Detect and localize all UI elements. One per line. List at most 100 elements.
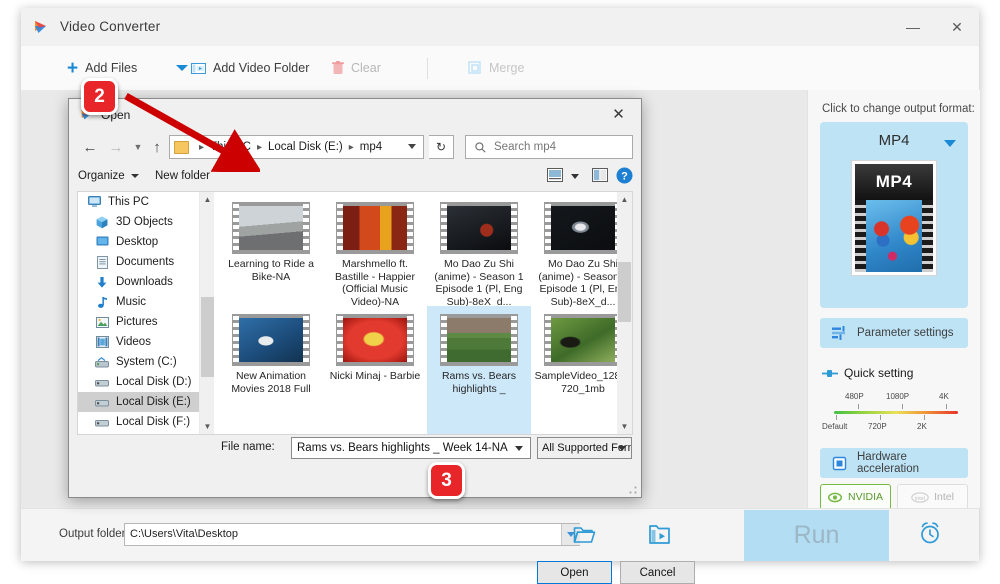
scroll-down-icon[interactable]: ▼ <box>617 419 632 434</box>
bottom-bar: Output folder: C:\Users\Vita\Desktop Run <box>21 508 979 561</box>
alarm-button[interactable] <box>901 510 959 561</box>
chevron-down-icon[interactable] <box>944 140 956 147</box>
breadcrumb[interactable]: ▸ This PC ▸ Local Disk (E:) ▸ mp4 <box>169 135 424 159</box>
output-folder-label: Output folder: <box>59 528 129 540</box>
scroll-thumb[interactable] <box>618 262 631 322</box>
nav-up-button[interactable]: ↑ <box>147 131 167 163</box>
tree-item-videos[interactable]: Videos <box>78 332 214 352</box>
tree-item-3d-objects[interactable]: 3D Objects <box>78 212 214 232</box>
open-video-folder-button[interactable] <box>649 523 670 550</box>
file-name-label: Learning to Ride a Bike-NA <box>228 258 314 283</box>
file-grid[interactable]: Learning to Ride a Bike-NA Marshmello ft… <box>215 192 632 434</box>
dialog-body: This PC 3D Objects Desktop Documents Dow… <box>77 191 633 435</box>
tree-item-label: Pictures <box>116 316 158 328</box>
output-folder-input[interactable]: C:\Users\Vita\Desktop <box>124 523 580 546</box>
tree-item-documents[interactable]: Documents <box>78 252 214 272</box>
quality-slider[interactable]: 480P 1080P 4K Default 720P 2K <box>822 390 958 438</box>
breadcrumb-separator: ▸ <box>199 141 205 153</box>
breadcrumb-item-mp4[interactable]: mp4 <box>359 141 383 153</box>
merge-label: Merge <box>489 61 525 75</box>
slider-tick <box>946 404 947 409</box>
organize-menu-button[interactable]: Organize <box>78 163 139 189</box>
dialog-navigation-row: ← → ▼ ↑ ▸ This PC ▸ Local Disk (E:) ▸ mp… <box>69 131 641 163</box>
file-item[interactable]: Marshmello ft. Bastille - Happier (Offic… <box>323 194 427 322</box>
browse-output-folder-button[interactable] <box>573 524 596 550</box>
arrow-left-icon: ← <box>82 138 98 156</box>
intel-toggle[interactable]: intel Intel <box>897 484 968 510</box>
minimize-button[interactable]: — <box>891 8 935 46</box>
open-folder-icon <box>573 527 596 549</box>
hardware-acceleration-button[interactable]: Hardware acceleration <box>820 448 968 478</box>
nav-history-button[interactable]: ▼ <box>129 131 147 163</box>
tree-item-pictures[interactable]: Pictures <box>78 312 214 332</box>
nav-back-button[interactable]: ← <box>77 131 103 163</box>
file-grid-scrollbar[interactable]: ▲ ▼ <box>617 192 632 434</box>
chevron-down-icon[interactable] <box>408 144 416 149</box>
file-name-field-label: File name: <box>221 441 275 453</box>
slider-label-720p: 720P <box>868 422 887 431</box>
resize-grip-icon[interactable] <box>629 486 637 494</box>
tree-item-local-disk-d[interactable]: Local Disk (D:) <box>78 372 214 392</box>
open-button[interactable]: Open <box>537 561 612 584</box>
tree-item-system-c[interactable]: System (C:) <box>78 352 214 372</box>
breadcrumb-item-local-disk-e[interactable]: Local Disk (E:) <box>267 141 344 153</box>
slider-tick <box>902 404 903 409</box>
tree-item-label: Documents <box>116 256 175 268</box>
new-folder-button[interactable]: New folder <box>155 163 210 189</box>
tree-item-this-pc[interactable]: This PC <box>78 192 214 212</box>
nvidia-label: NVIDIA <box>847 491 883 503</box>
download-icon <box>94 276 110 289</box>
slider-tick <box>836 415 837 420</box>
scroll-down-icon[interactable]: ▼ <box>200 419 214 434</box>
file-item[interactable]: Nicki Minaj - Barbie <box>323 306 427 434</box>
breadcrumb-item-this-pc[interactable]: This PC <box>209 141 252 153</box>
plus-icon: + <box>67 57 79 79</box>
close-button[interactable]: ✕ <box>935 8 979 46</box>
chevron-down-icon[interactable] <box>571 174 579 179</box>
intel-label: Intel <box>934 491 954 503</box>
slider-tick <box>880 415 881 420</box>
preview-pane-icon <box>592 168 608 186</box>
refresh-button[interactable]: ↻ <box>429 135 454 159</box>
chevron-down-icon[interactable] <box>618 446 626 451</box>
help-question-icon: ? <box>616 167 633 188</box>
help-button[interactable]: ? <box>616 167 633 189</box>
preview-pane-button[interactable] <box>592 168 608 187</box>
add-video-folder-button[interactable]: Add Video Folder <box>191 46 309 90</box>
view-layout-button[interactable] <box>547 168 563 187</box>
scroll-thumb[interactable] <box>201 297 214 377</box>
scroll-up-icon[interactable]: ▲ <box>200 192 214 207</box>
alarm-clock-icon <box>917 520 943 551</box>
tree-item-local-disk-f[interactable]: Local Disk (F:) <box>78 412 214 432</box>
dialog-close-button[interactable]: ✕ <box>596 99 641 129</box>
clear-button[interactable]: Clear <box>332 46 381 90</box>
page-title: Video Converter <box>60 19 161 34</box>
quick-setting-label: Quick setting <box>844 366 914 380</box>
tree-item-music[interactable]: Music <box>78 292 214 312</box>
file-name-label: Rams vs. Bears highlights _ <box>441 370 517 395</box>
output-format-card[interactable]: MP4 MP4 <box>820 122 968 308</box>
file-item[interactable]: Mo Dao Zu Shi (anime) - Season 1 Episode… <box>427 194 531 322</box>
chevron-down-icon[interactable] <box>515 446 523 451</box>
tree-item-label: 3D Objects <box>116 216 173 228</box>
merge-button[interactable]: Merge <box>468 46 524 90</box>
nav-forward-button[interactable]: → <box>103 131 129 163</box>
tree-item-downloads[interactable]: Downloads <box>78 272 214 292</box>
nvidia-toggle[interactable]: NVIDIA <box>820 484 891 510</box>
file-item[interactable]: Learning to Ride a Bike-NA <box>219 194 323 322</box>
run-button[interactable]: Run <box>744 510 889 561</box>
tree-item-desktop[interactable]: Desktop <box>78 232 214 252</box>
navigation-tree[interactable]: This PC 3D Objects Desktop Documents Dow… <box>78 192 214 434</box>
file-item[interactable]: New Animation Movies 2018 Full <box>219 306 323 434</box>
cube-icon <box>94 216 110 229</box>
search-input[interactable]: Search mp4 <box>465 135 633 159</box>
annotation-badge-2: 2 <box>81 78 118 115</box>
tree-item-local-disk-e[interactable]: Local Disk (E:) <box>78 392 214 412</box>
scroll-up-icon[interactable]: ▲ <box>617 192 632 207</box>
parameter-settings-button[interactable]: Parameter settings <box>820 318 968 348</box>
file-item[interactable]: Rams vs. Bears highlights _ <box>427 306 531 434</box>
cancel-button[interactable]: Cancel <box>620 561 695 584</box>
tree-scrollbar[interactable]: ▲ ▼ <box>199 192 214 434</box>
refresh-icon: ↻ <box>435 140 447 154</box>
file-name-input[interactable]: Rams vs. Bears highlights _ Week 14-NA <box>291 437 531 459</box>
